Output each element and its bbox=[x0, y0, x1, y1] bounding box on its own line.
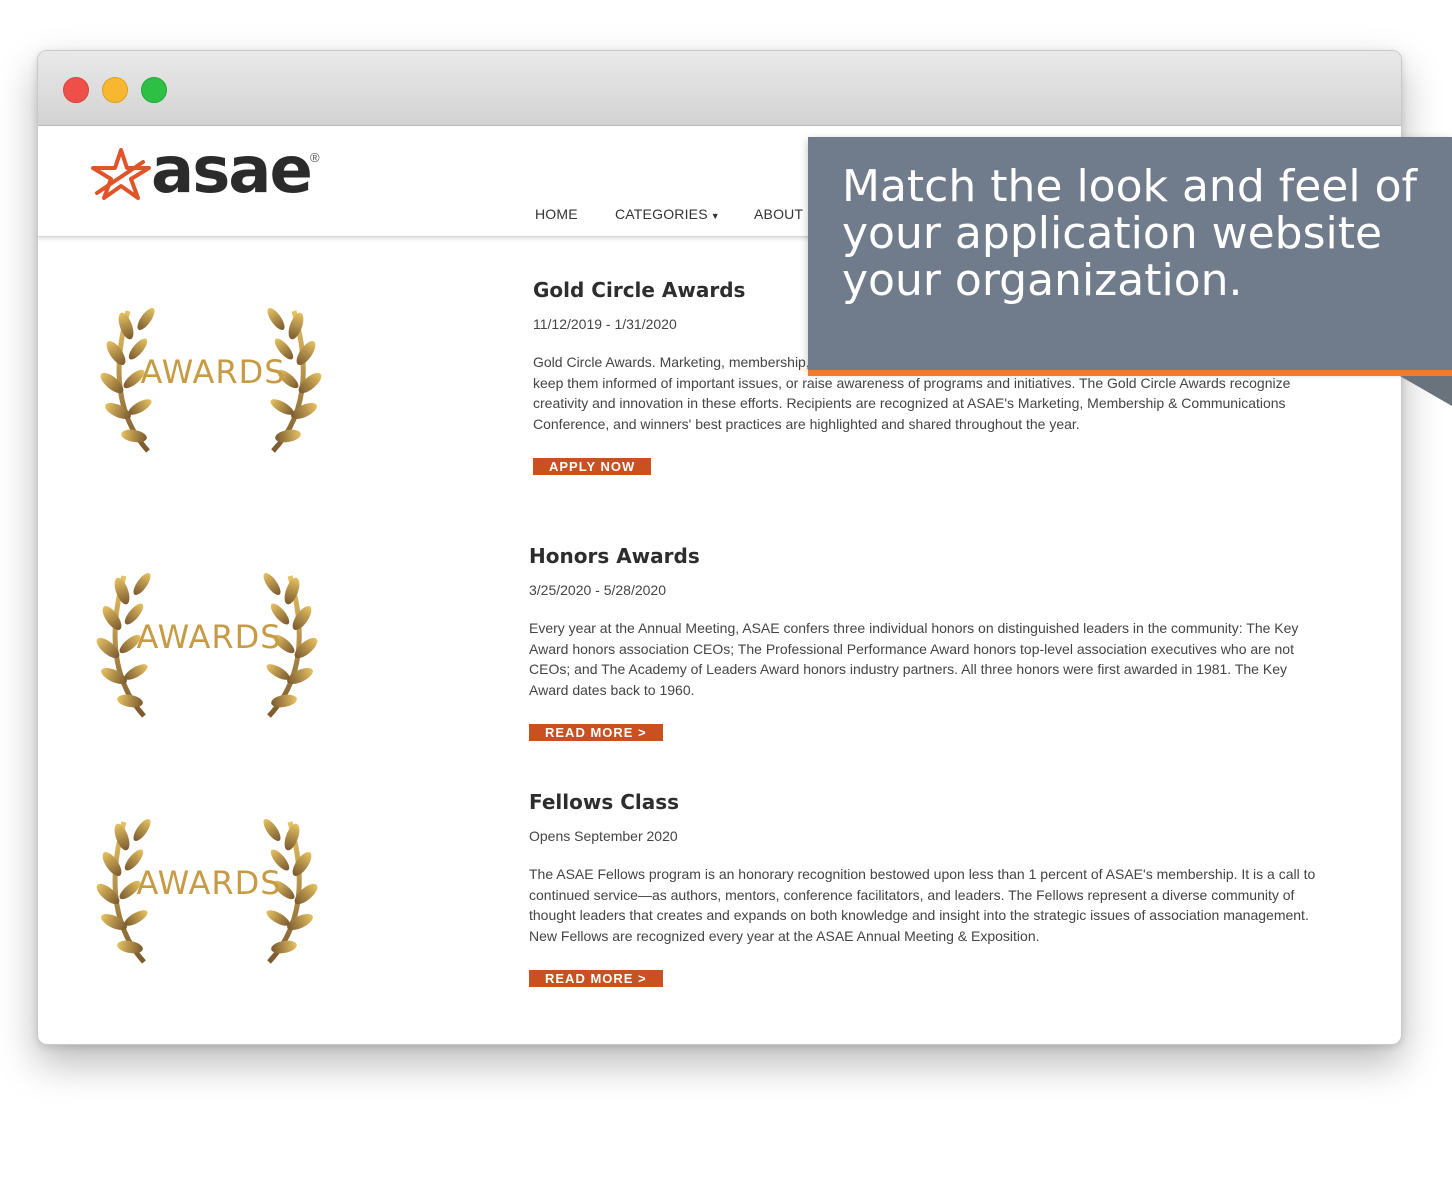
callout-fold bbox=[1400, 376, 1452, 406]
read-more-button[interactable]: READ MORE > bbox=[529, 724, 663, 741]
nav-categories-label: CATEGORIES bbox=[615, 206, 708, 222]
callout-text: Match the look and feel of your applicat… bbox=[842, 161, 1417, 306]
close-window-button[interactable] bbox=[63, 77, 89, 103]
nav-categories[interactable]: CATEGORIES ▼ bbox=[615, 206, 720, 222]
callout-banner: Match the look and feel of your applicat… bbox=[808, 137, 1452, 370]
asae-logo[interactable]: asae ® bbox=[91, 134, 331, 208]
entry-description: Every year at the Annual Meeting, ASAE c… bbox=[529, 620, 1299, 698]
logo-wordmark: asae bbox=[151, 134, 313, 208]
window-titlebar bbox=[38, 51, 1401, 126]
entry-description: The ASAE Fellows program is an honorary … bbox=[529, 866, 1316, 944]
awards-badge-text: AWARDS bbox=[140, 353, 286, 391]
awards-badge: AWARDS bbox=[94, 802, 334, 975]
entry-date: 3/25/2020 - 5/28/2020 bbox=[529, 582, 667, 598]
awards-badge-text: AWARDS bbox=[136, 618, 282, 656]
entry-title[interactable]: Honors Awards bbox=[529, 544, 1329, 568]
minimize-window-button[interactable] bbox=[102, 77, 128, 103]
award-entry-fellows: Fellows Class Opens September 2020 The A… bbox=[529, 790, 1329, 988]
nav-home[interactable]: HOME bbox=[535, 206, 578, 222]
asae-star-logo-icon bbox=[91, 148, 151, 200]
read-more-button[interactable]: READ MORE > bbox=[529, 970, 663, 987]
awards-badge: AWARDS bbox=[94, 556, 334, 729]
award-entry-honors: Honors Awards 3/25/2020 - 5/28/2020 Ever… bbox=[529, 544, 1329, 742]
callout-accent-bar bbox=[808, 370, 1452, 376]
awards-badge-text: AWARDS bbox=[136, 864, 282, 902]
nav-about-label: ABOUT bbox=[754, 206, 804, 222]
nav-about[interactable]: ABOUT bbox=[754, 206, 803, 222]
caret-down-icon: ▼ bbox=[710, 211, 720, 221]
entry-date: Opens September 2020 bbox=[529, 828, 678, 844]
nav-home-label: HOME bbox=[535, 206, 578, 222]
awards-badge: AWARDS bbox=[98, 291, 338, 464]
registered-mark: ® bbox=[310, 150, 320, 165]
apply-now-button[interactable]: APPLY NOW bbox=[533, 458, 652, 475]
maximize-window-button[interactable] bbox=[141, 77, 167, 103]
entry-title[interactable]: Fellows Class bbox=[529, 790, 1329, 814]
